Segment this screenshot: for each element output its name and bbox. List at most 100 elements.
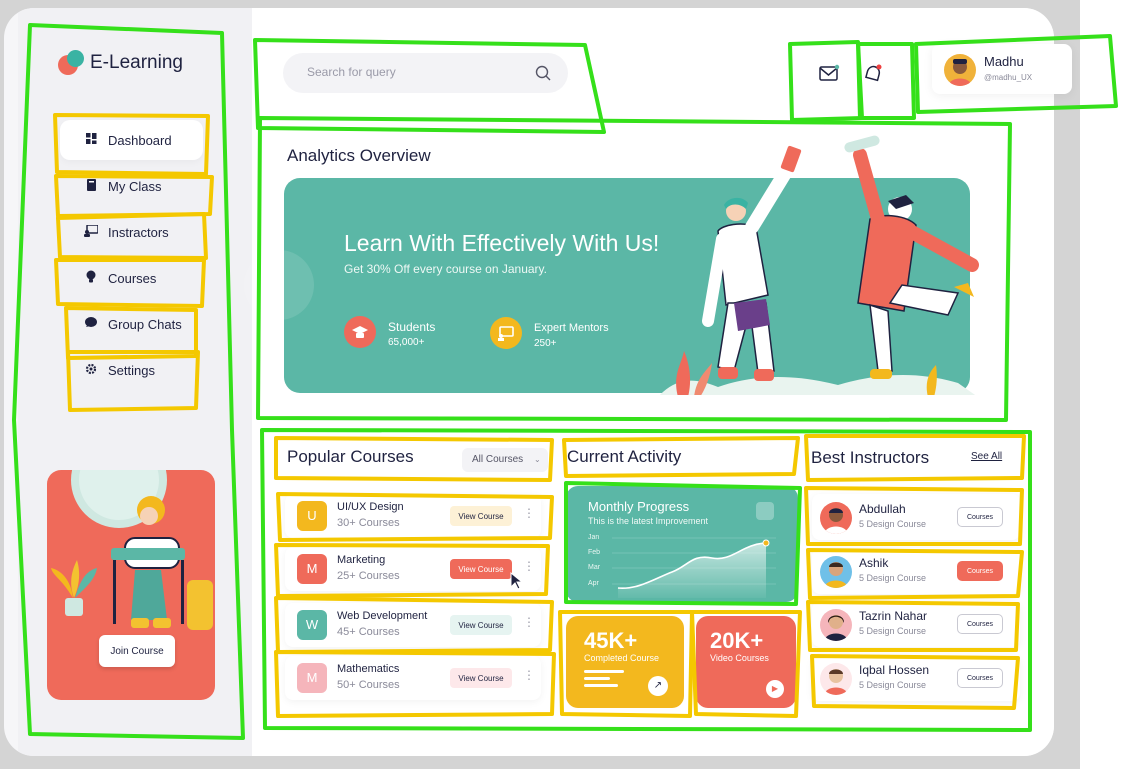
instructor-row-ashik[interactable]: Ashik 5 Design Course Courses [812,548,1020,594]
chat-icon [84,317,98,331]
instructor-row-abdullah[interactable]: Abdullah 5 Design Course Courses [812,494,1020,540]
instructor-name: Abdullah [859,502,906,516]
play-icon[interactable]: ▶ [766,680,784,698]
instructor-courses: 5 Design Course [859,680,927,690]
instructor-name: Tazrin Nahar [859,609,928,623]
current-activity-title: Current Activity [567,447,682,466]
bell-icon[interactable] [862,63,884,85]
banner-illustration [660,135,979,395]
view-course-button[interactable]: View Course [450,615,512,635]
view-course-button[interactable]: View Course [450,506,512,526]
sidebar-item-label: Dashboard [108,132,172,148]
course-row-mathematics[interactable]: M Mathematics 50+ Courses View Course ⋮ [285,656,541,700]
course-row-web-development[interactable]: W Web Development 45+ Courses View Cours… [285,603,541,647]
instructor-courses: 5 Design Course [859,519,927,529]
search-bar[interactable] [283,53,568,93]
course-row-marketing[interactable]: M Marketing 25+ Courses View Course ⋮ [285,547,541,591]
instructor-courses: 5 Design Course [859,626,927,636]
bulb-icon [84,270,98,286]
view-course-button[interactable]: View Course [450,559,512,579]
filter-value: All Courses [472,454,524,465]
grid-icon [84,133,98,147]
banner-subtitle: Get 30% Off every course on January. [344,262,547,276]
students-value: 65,000+ [388,337,425,348]
sidebar-item-label: Courses [108,270,157,286]
user-profile-card[interactable]: Madhu @madhu_UX [932,44,1072,94]
avatar [820,556,852,588]
more-icon[interactable]: ⋮ [523,506,535,520]
sidebar-item-group-chats[interactable]: Group Chats [60,304,203,344]
course-count: 30+ Courses [337,517,400,529]
sidebar-item-dashboard[interactable]: Dashboard [60,120,203,160]
courses-button[interactable]: Courses [957,561,1003,581]
completed-course-value: 45K+ [584,628,638,653]
see-all-link[interactable]: See All [971,451,1002,462]
decorative-line [584,684,618,687]
join-course-promo-card: Join Course [47,470,215,700]
instructor-courses: 5 Design Course [859,573,927,583]
more-icon[interactable]: ⋮ [523,668,535,682]
more-icon[interactable]: ⋮ [523,615,535,629]
avatar [820,502,852,534]
banner-decoration [244,250,314,320]
progress-subtitle: This is the latest Improvement [588,516,709,526]
instructor-row-tazrin-nahar[interactable]: Tazrin Nahar 5 Design Course Courses [812,601,1020,647]
avatar [820,609,852,641]
sidebar-item-courses[interactable]: Courses [60,258,203,298]
courses-filter-dropdown[interactable]: All Courses ⌄ [462,448,548,472]
video-courses-value: 20K+ [710,628,764,653]
month-label: Mar [588,564,601,571]
mentors-label: Expert Mentors [534,322,609,334]
right-edge-strip [1080,0,1121,769]
decorative-line [584,677,610,680]
course-badge: M [297,554,327,584]
instructor-name: Iqbal Hossen [859,663,930,677]
course-name: Mathematics [337,663,400,675]
join-course-button[interactable]: Join Course [99,635,175,667]
monthly-progress-card: Monthly Progress This is the latest Impr… [566,486,798,602]
search-input[interactable] [307,65,517,79]
mail-icon[interactable] [818,63,840,85]
sidebar-item-settings[interactable]: Settings [60,350,203,390]
plant-illustration [51,560,97,616]
more-icon[interactable]: ⋮ [523,559,535,573]
search-icon[interactable] [535,65,551,81]
courses-button[interactable]: Courses [957,614,1003,634]
completed-course-label: Completed Course [584,653,660,663]
video-courses-card: 20K+ Video Courses ▶ [696,616,796,708]
student-illustration [111,496,185,628]
course-count: 45+ Courses [337,626,400,638]
popular-courses-title: Popular Courses [287,447,414,466]
analytics-title: Analytics Overview [287,146,431,165]
sidebar-item-label: Settings [108,362,155,378]
course-name: Web Development [337,610,428,622]
sidebar-item-label: My Class [108,178,162,194]
sidebar-item-instractors[interactable]: Instractors [60,212,203,252]
view-course-button[interactable]: View Course [450,668,512,688]
course-count: 25+ Courses [337,570,400,582]
backpack-illustration [187,580,213,630]
board-icon [490,317,522,349]
video-courses-label: Video Courses [710,653,769,663]
gear-icon [84,363,98,378]
avatar [820,663,852,695]
courses-button[interactable]: Courses [957,668,1003,688]
completed-course-card: 45K+ Completed Course ↗ [566,616,684,708]
arrow-up-right-icon[interactable]: ↗ [648,676,668,696]
course-row-ui-ux[interactable]: U UI/UX Design 30+ Courses View Course ⋮ [285,494,541,538]
month-label: Apr [588,580,599,587]
progress-title: Monthly Progress [588,499,690,514]
user-name: Madhu [984,54,1024,69]
instructor-row-iqbal-hossen[interactable]: Iqbal Hossen 5 Design Course Courses [812,655,1020,701]
students-label: Students [388,320,436,334]
sidebar-item-label: Group Chats [108,316,182,332]
mentors-value: 250+ [534,338,557,349]
month-label: Feb [588,549,601,556]
courses-button[interactable]: Courses [957,507,1003,527]
sidebar-item-my-class[interactable]: My Class [60,166,203,206]
course-count: 50+ Courses [337,679,400,691]
calendar-icon[interactable] [756,502,774,520]
chevron-down-icon: ⌄ [534,455,541,464]
sidebar-item-label: Instractors [108,224,169,240]
best-instructors-title: Best Instructors [811,448,930,467]
